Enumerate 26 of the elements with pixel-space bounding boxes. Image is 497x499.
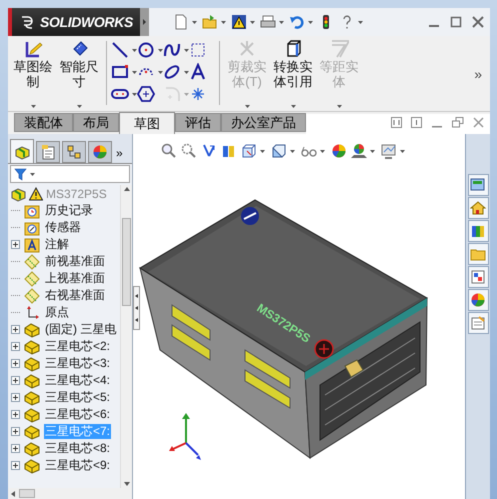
tree-item[interactable]: 三星电芯<2: xyxy=(44,339,112,354)
tree-item[interactable]: 右视基准面 xyxy=(44,288,106,303)
tree-item[interactable]: 前视基准面 xyxy=(44,254,106,269)
tree-item[interactable]: 上视基准面 xyxy=(44,271,106,286)
ribbon-tab[interactable]: 布局 xyxy=(73,113,119,132)
more-tabs-button[interactable]: » xyxy=(114,143,123,163)
logo-text: SOLIDWORKS xyxy=(40,12,133,32)
tree-item[interactable]: 三星电芯<6: xyxy=(44,407,112,422)
ribbon-tab[interactable]: 办公室产品 xyxy=(221,113,306,132)
ribbon-tab[interactable]: 评估 xyxy=(175,113,221,132)
tree-item[interactable]: 三星电芯<5: xyxy=(44,390,112,405)
tree-item[interactable]: 三星电芯<9: xyxy=(44,458,112,473)
tree-item[interactable]: 三星电芯<4: xyxy=(44,373,112,388)
tree-item[interactable]: 三星电芯<3: xyxy=(44,356,112,371)
cube-button[interactable]: 转换实体引用 xyxy=(270,36,316,108)
tree-item[interactable]: 传感器 xyxy=(44,220,82,235)
tree-item[interactable]: (固定) 三星电 xyxy=(44,322,118,337)
tree-item[interactable]: 三星电芯<8: xyxy=(44,441,112,456)
more-tools-button[interactable]: » xyxy=(474,64,482,85)
tree-item[interactable]: 原点 xyxy=(44,305,70,320)
ribbon-tab[interactable]: 草图 xyxy=(119,112,175,134)
tree-item[interactable]: 历史记录 xyxy=(44,203,94,218)
sketch-button[interactable]: 草图绘制 xyxy=(10,36,56,108)
tree-item[interactable]: 注解 xyxy=(44,237,70,252)
dimension-button[interactable]: 智能尺寸 xyxy=(56,36,102,108)
ribbon-tab[interactable]: 装配体 xyxy=(14,113,73,132)
